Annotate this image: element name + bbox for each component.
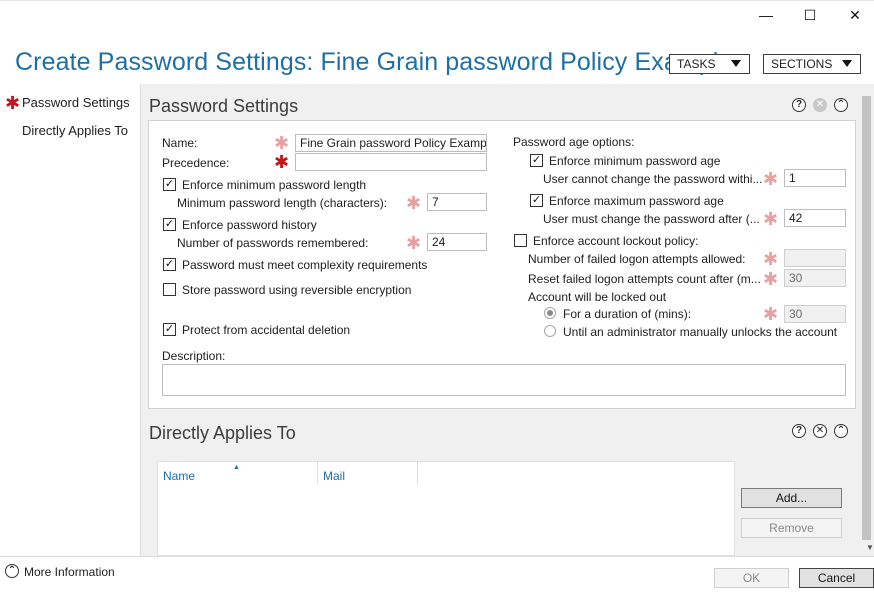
history-field[interactable]: 24 (427, 233, 487, 251)
tasks-label: TASKS (677, 57, 716, 71)
reset-count-label: Reset failed logon attempts count after … (528, 272, 761, 286)
min-age-label: User cannot change the password withi... (543, 172, 763, 186)
required-icon: ✱ (763, 249, 779, 269)
max-age-label: User must change the password after (... (543, 212, 760, 226)
failed-attempts-field (784, 249, 846, 267)
sections-dropdown[interactable]: SECTIONS (763, 54, 861, 74)
expand-up-icon[interactable]: ⌃ (5, 564, 19, 578)
cancel-button[interactable]: Cancel (799, 568, 874, 588)
ok-button: OK (714, 568, 789, 588)
close-icon[interactable]: ✕ (835, 4, 874, 26)
duration-radio (544, 307, 556, 319)
failed-attempts-label: Number of failed logon attempts allowed: (528, 252, 746, 266)
help-icon[interactable]: ? (792, 98, 806, 112)
required-icon: ✱ (763, 269, 779, 289)
required-icon: ✱ (763, 209, 779, 229)
enforce-history-checkbox[interactable]: ✓ (163, 218, 176, 231)
name-label: Name: (162, 136, 198, 150)
help-icon[interactable]: ? (792, 424, 806, 438)
sections-label: SECTIONS (771, 57, 833, 71)
precedence-label: Precedence: (162, 156, 230, 170)
manual-unlock-radio (544, 325, 556, 337)
close-section-icon: ✕ (813, 98, 827, 112)
required-icon: ✱ (274, 133, 290, 153)
required-icon: ✱ (274, 152, 290, 172)
tasks-dropdown[interactable]: TASKS (669, 54, 750, 74)
close-section-icon[interactable]: ✕ (813, 424, 827, 438)
reversible-encryption-checkbox[interactable] (163, 283, 176, 296)
duration-label: For a duration of (mins): (563, 307, 692, 321)
protect-deletion-label: Protect from accidental deletion (182, 323, 351, 337)
directly-applies-section-title: Directly Applies To (149, 423, 296, 443)
remove-button: Remove (741, 518, 842, 538)
maximize-icon[interactable]: ☐ (790, 4, 830, 26)
max-age-field[interactable]: 42 (784, 209, 846, 227)
required-icon: ✱ (763, 169, 779, 189)
lockout-policy-label: Enforce account lockout policy: (533, 234, 699, 248)
collapse-icon[interactable]: ⌃ (834, 424, 848, 438)
enforce-max-age-label: Enforce maximum password age (549, 194, 724, 208)
complexity-checkbox[interactable]: ✓ (163, 258, 176, 271)
precedence-field[interactable] (295, 153, 487, 171)
nav-item-password-settings[interactable]: Password Settings (22, 95, 130, 110)
complexity-label: Password must meet complexity requiremen… (182, 258, 428, 272)
password-settings-section-title: Password Settings (149, 96, 299, 116)
applies-to-grid[interactable]: Name ▲ Mail (157, 461, 735, 556)
lockout-policy-checkbox[interactable] (514, 234, 527, 247)
enforce-min-age-label: Enforce minimum password age (549, 154, 721, 168)
reset-count-field: 30 (784, 269, 846, 287)
chevron-down-icon (842, 60, 852, 67)
enforce-min-age-checkbox[interactable]: ✓ (530, 154, 543, 167)
age-options-label: Password age options: (513, 135, 635, 149)
required-icon: ✱ (763, 304, 779, 324)
window-top-border (0, 0, 874, 1)
nav-item-directly-applies-to[interactable]: Directly Applies To (22, 123, 128, 138)
scrollbar-thumb[interactable] (862, 96, 871, 540)
left-nav: ✱ Password Settings Directly Applies To (0, 84, 141, 556)
protect-deletion-checkbox[interactable]: ✓ (163, 323, 176, 336)
scroll-down-icon[interactable]: ▼ (866, 543, 874, 552)
description-label: Description: (162, 349, 226, 363)
min-age-field[interactable]: 1 (784, 169, 846, 187)
chevron-down-icon (731, 60, 741, 67)
required-icon: ✱ (5, 93, 21, 113)
reversible-encryption-label: Store password using reversible encrypti… (182, 283, 412, 297)
description-field[interactable] (162, 364, 846, 396)
required-icon: ✱ (406, 193, 422, 213)
column-header-mail[interactable]: Mail (318, 462, 418, 484)
minimize-icon[interactable]: — (746, 4, 786, 26)
add-button[interactable]: Add... (741, 488, 842, 508)
required-icon: ✱ (406, 233, 422, 253)
sort-ascending-icon: ▲ (233, 464, 240, 471)
name-field[interactable]: Fine Grain password Policy Example (295, 134, 487, 152)
locked-out-label: Account will be locked out (528, 290, 667, 304)
enforce-history-label: Enforce password history (182, 218, 317, 232)
min-length-field[interactable]: 7 (427, 193, 487, 211)
manual-unlock-label: Until an administrator manually unlocks … (563, 325, 838, 339)
collapse-icon[interactable]: ⌃ (834, 98, 848, 112)
more-information-link[interactable]: More Information (24, 565, 115, 579)
min-length-label: Minimum password length (characters): (177, 196, 388, 210)
enforce-min-length-checkbox[interactable]: ✓ (163, 178, 176, 191)
enforce-min-length-label: Enforce minimum password length (182, 178, 367, 192)
duration-field: 30 (784, 305, 846, 323)
history-label: Number of passwords remembered: (177, 236, 369, 250)
enforce-max-age-checkbox[interactable]: ✓ (530, 194, 543, 207)
page-title: Create Password Settings: Fine Grain pas… (15, 48, 733, 76)
